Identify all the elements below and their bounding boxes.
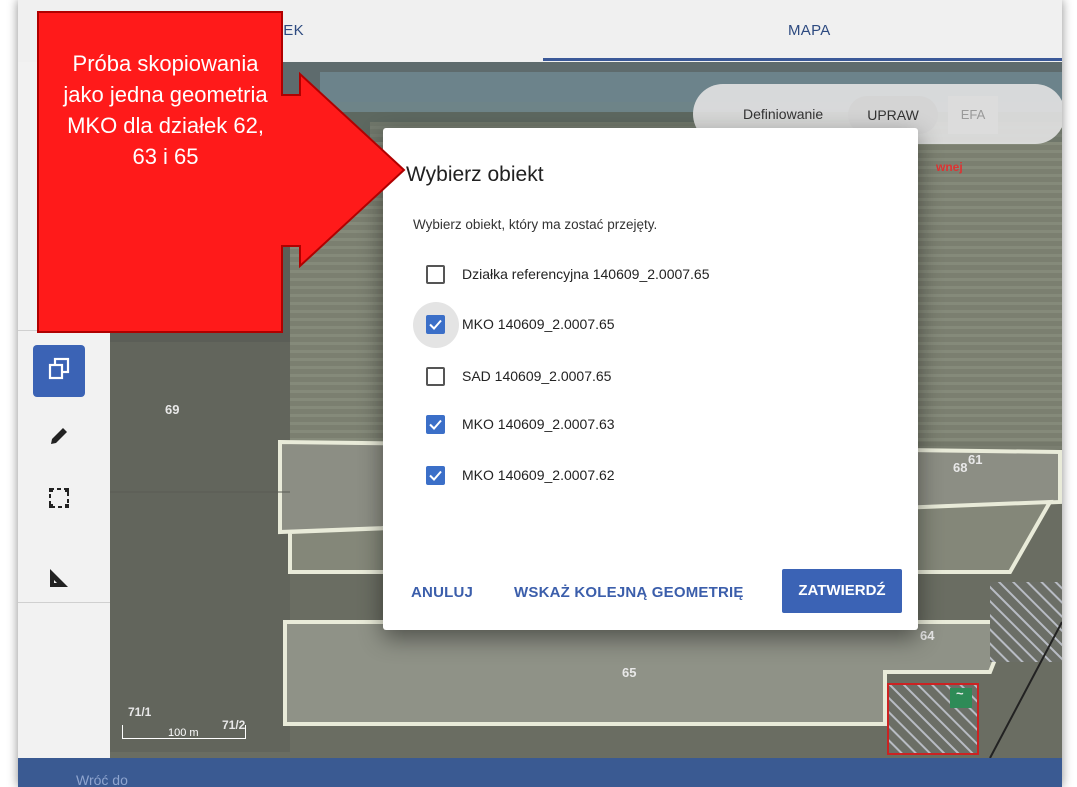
checkbox[interactable] [426,415,445,434]
option-label: MKO 140609_2.0007.62 [462,467,615,483]
parcel-label: 71/1 [128,705,152,719]
copy-geometry-icon [46,356,72,387]
select-area-icon [47,486,71,515]
measure-icon [47,566,71,595]
option-row[interactable]: Działka referencyjna 140609_2.0007.65 [413,258,893,292]
option-label: MKO 140609_2.0007.63 [462,416,615,432]
parcel-label: 68 [953,460,968,475]
option-label: MKO 140609_2.0007.65 [462,316,615,332]
check-icon [429,470,442,481]
parcel-label: 65 [622,665,637,680]
toggle-efa-button[interactable]: EFA [948,96,998,134]
checkbox[interactable] [426,367,445,386]
active-tab-indicator [543,58,1062,61]
measure-button[interactable] [33,554,85,606]
checkbox[interactable] [426,466,445,485]
option-label: Działka referencyjna 140609_2.0007.65 [462,266,710,282]
parcel-marker: ~ [956,686,964,701]
toggle-label: Definiowanie [743,106,824,122]
option-row[interactable]: MKO 140609_2.0007.62 [413,459,893,493]
select-object-dialog: Wybierz obiekt Wybierz obiekt, który ma … [383,128,918,630]
option-row[interactable]: SAD 140609_2.0007.65 [413,360,893,394]
parcel-label: 69 [165,402,180,417]
option-row[interactable]: MKO 140609_2.0007.65 [413,302,893,348]
option-label: SAD 140609_2.0007.65 [462,368,612,384]
draw-button[interactable] [33,412,85,464]
select-next-geometry-button[interactable]: WSKAŻ KOLEJNĄ GEOMETRIĘ [514,584,744,601]
parcel-label: 61 [968,452,983,467]
check-icon [429,419,442,430]
annotation-callout: Próba skopiowania jako jedna geometria M… [0,0,460,340]
scale-label: 100 m [168,727,199,739]
callout-text: Próba skopiowania jako jedna geometria M… [63,51,268,169]
tab-mapa[interactable]: MAPA [788,22,831,39]
parcel-label: wnej [936,160,963,174]
parcel-label: 64 [920,628,935,643]
screenshot: SEK MAPA 69 65 68 61 64 71/1 71/2 wnej ~… [0,0,1077,787]
option-row[interactable]: MKO 140609_2.0007.63 [413,408,893,442]
select-area-button[interactable] [33,474,85,526]
copy-geometry-button[interactable] [33,345,85,397]
back-link[interactable]: Wróć do [76,772,128,787]
pencil-icon [47,424,71,453]
confirm-button[interactable]: ZATWIERDŹ [782,569,902,613]
cancel-button[interactable]: ANULUJ [411,584,473,601]
footer-bar: Wróć do [18,758,1062,787]
